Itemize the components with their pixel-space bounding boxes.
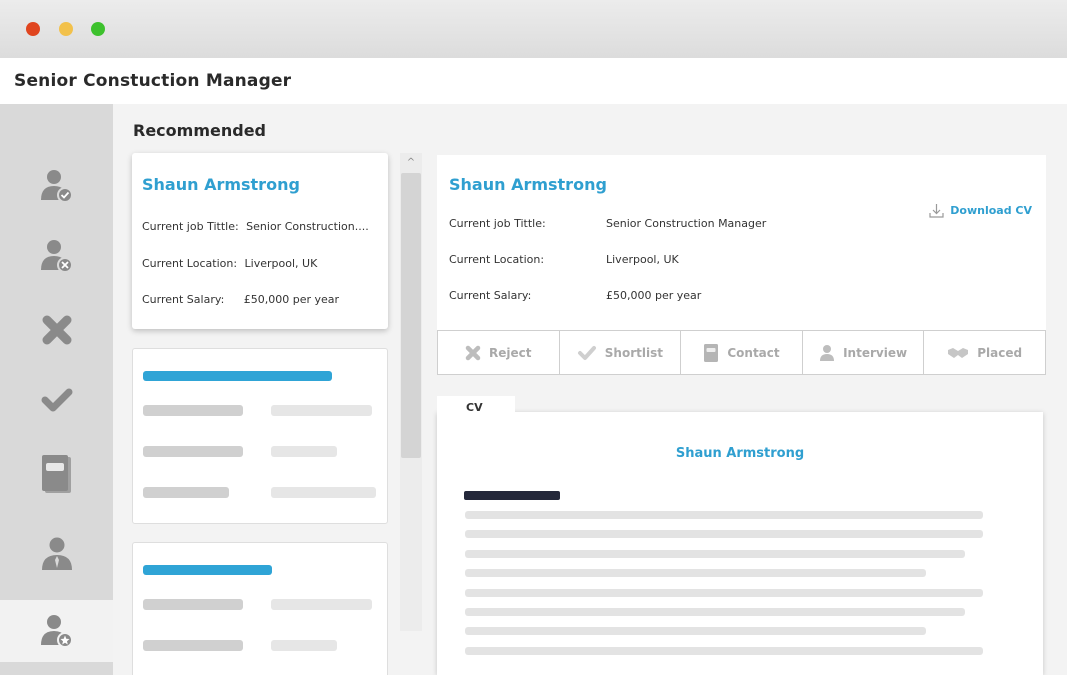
maximize-window-button[interactable] — [91, 22, 105, 36]
candidate-card-placeholder[interactable] — [132, 542, 388, 675]
placeholder-label-bar — [143, 487, 229, 498]
placed-label: Placed — [977, 345, 1023, 360]
shortlist-label: Shortlist — [604, 345, 663, 360]
cv-document: Shaun Armstrong — [437, 412, 1043, 675]
interview-label: Interview — [843, 345, 908, 360]
placeholder-label-bar — [143, 405, 243, 416]
cv-candidate-name: Shaun Armstrong — [675, 446, 805, 461]
placeholder-value-bar — [271, 405, 372, 416]
placeholder-value-bar — [271, 599, 372, 610]
contact-button[interactable]: Contact — [681, 331, 803, 374]
page-header: Senior Constuction Manager — [0, 58, 1067, 104]
card-location-label: Current Location: — [142, 257, 238, 270]
interview-button[interactable]: Interview — [803, 331, 925, 374]
download-icon — [929, 204, 944, 218]
cv-text-line — [465, 589, 983, 597]
card-job-label: Current job Tittle: — [142, 220, 239, 233]
download-cv-label: Download CV — [950, 204, 1032, 217]
detail-location-label: Current Location: — [449, 253, 545, 266]
list-scrollbar[interactable]: ^ — [400, 153, 422, 631]
cv-text-line — [465, 569, 926, 577]
close-window-button[interactable] — [26, 22, 40, 36]
sidebar-item-contact[interactable] — [0, 443, 113, 505]
section-title: Recommended — [133, 121, 266, 140]
placeholder-label-bar — [143, 640, 243, 651]
window-chrome — [0, 0, 1067, 58]
shortlist-button[interactable]: Shortlist — [560, 331, 682, 374]
scroll-up-icon[interactable]: ^ — [400, 153, 422, 171]
cv-text-line — [465, 647, 983, 655]
placeholder-label-bar — [143, 599, 243, 610]
detail-candidate-name: Shaun Armstrong — [449, 175, 607, 194]
scrollbar-thumb[interactable] — [401, 173, 421, 458]
detail-job-label: Current job Tittle: — [449, 217, 546, 230]
detail-salary-label: Current Salary: — [449, 289, 532, 302]
card-salary-label: Current Salary: — [142, 293, 225, 306]
reject-x-icon — [42, 315, 71, 345]
candidate-card-placeholder[interactable] — [132, 348, 388, 524]
cv-text-line — [465, 530, 983, 538]
sidebar-item-rejected[interactable] — [0, 299, 113, 361]
placeholder-value-bar — [271, 446, 337, 457]
book-icon — [704, 343, 719, 362]
card-job-value: Senior Construction.... — [246, 220, 369, 233]
check-icon — [577, 345, 596, 360]
detail-location-value: Liverpool, UK — [606, 253, 679, 266]
contact-book-icon — [41, 455, 71, 493]
sidebar-item-interview[interactable] — [0, 523, 113, 585]
card-salary-row: Current Salary: £50,000 per year — [142, 293, 339, 306]
user-star-icon — [40, 615, 73, 648]
cv-text-line — [465, 627, 926, 635]
sidebar-item-recommended[interactable] — [0, 600, 113, 662]
detail-salary-value: £50,000 per year — [606, 289, 702, 302]
person-icon — [820, 344, 835, 361]
sidebar-item-matched[interactable] — [0, 155, 113, 217]
placeholder-name-bar — [143, 371, 332, 381]
detail-job-value: Senior Construction Manager — [606, 217, 767, 230]
candidate-name: Shaun Armstrong — [142, 175, 300, 194]
checkmark-icon — [41, 388, 72, 412]
sidebar-item-shortlisted[interactable] — [0, 369, 113, 431]
user-remove-icon — [40, 240, 73, 273]
card-job-row: Current job Tittle: Senior Construction.… — [142, 220, 369, 233]
cv-text-line — [465, 511, 983, 519]
sidebar — [0, 104, 113, 675]
card-salary-value: £50,000 per year — [243, 293, 340, 306]
action-bar: Reject Shortlist Contact Interview Place… — [437, 330, 1046, 375]
minimize-window-button[interactable] — [59, 22, 73, 36]
cv-text-line — [465, 608, 965, 616]
cv-section-heading — [464, 491, 560, 500]
placeholder-label-bar — [143, 446, 243, 457]
sidebar-item-removed[interactable] — [0, 225, 113, 287]
placeholder-name-bar — [143, 565, 272, 575]
user-check-icon — [40, 170, 73, 203]
contact-label: Contact — [727, 345, 780, 360]
card-location-value: Liverpool, UK — [244, 257, 318, 270]
placeholder-value-bar — [271, 487, 376, 498]
placed-button[interactable]: Placed — [924, 331, 1045, 374]
interview-person-icon — [41, 537, 72, 570]
handshake-icon — [948, 347, 969, 358]
card-location-row: Current Location: Liverpool, UK — [142, 257, 317, 270]
candidate-detail-panel: Shaun Armstrong Current job Tittle: Seni… — [437, 155, 1046, 331]
reject-label: Reject — [489, 345, 532, 360]
tab-cv[interactable]: CV — [437, 396, 515, 416]
placeholder-value-bar — [271, 640, 337, 651]
page-title: Senior Constuction Manager — [14, 71, 292, 91]
reject-button[interactable]: Reject — [438, 331, 560, 374]
cv-text-line — [465, 550, 965, 558]
download-cv-button[interactable]: Download CV — [929, 203, 1032, 218]
x-icon — [465, 345, 481, 360]
candidate-card[interactable]: Shaun Armstrong Current job Tittle: Seni… — [132, 153, 388, 329]
